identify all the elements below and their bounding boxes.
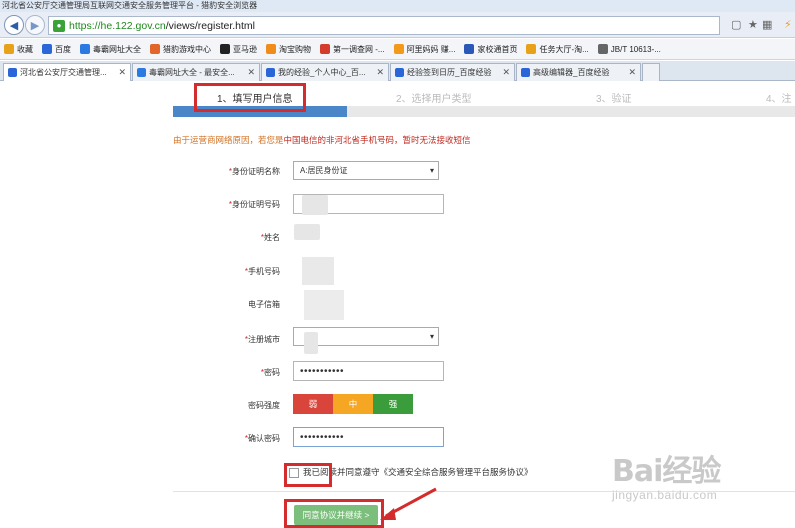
navigation-bar: ◀ ▶ ● https://he.122.gov.cn/views/regist…	[0, 12, 795, 38]
url-host: he.122.gov.cn	[100, 19, 166, 32]
agreement-text[interactable]: 我已阅读并同意遵守《交通安全综合服务管理平台服务协议》	[303, 467, 533, 477]
id-type-label: *身份证明名称	[228, 167, 280, 176]
strength-strong: 强	[373, 394, 413, 414]
star-icon[interactable]: ★	[748, 18, 758, 31]
favorite-item[interactable]: 家校通首页	[464, 44, 517, 55]
password-input[interactable]: •••••••••••	[293, 361, 444, 381]
folder-icon	[266, 44, 276, 54]
back-button[interactable]: ◀	[4, 15, 24, 35]
phone-input-redacted[interactable]	[302, 257, 334, 285]
city-label: *注册城市	[244, 335, 280, 344]
favorite-star-icon	[4, 44, 14, 54]
site-favicon	[137, 68, 146, 77]
site-favicon	[320, 44, 330, 54]
favorite-item[interactable]: JB/T 10613-...	[597, 44, 661, 54]
close-tab-icon[interactable]: ✕	[118, 67, 126, 78]
annotation-arrow-icon	[380, 487, 437, 520]
name-label: *姓名	[260, 233, 280, 242]
favorite-item[interactable]: 淘宝购物	[266, 44, 311, 55]
highlight-box	[194, 83, 306, 112]
favorite-item[interactable]: 阿里妈妈 赚...	[393, 44, 455, 55]
close-tab-icon[interactable]: ✕	[376, 67, 384, 78]
password-strength-label: 密码强度	[248, 401, 280, 410]
back-arrow-icon: ◀	[9, 19, 19, 32]
browser-tab[interactable]: 高级编辑器_百度经验 ✕	[516, 63, 641, 81]
site-favicon	[393, 44, 404, 54]
site-favicon	[80, 44, 90, 54]
strength-medium: 中	[333, 394, 373, 414]
step-2: 2、选择用户类型	[396, 94, 472, 105]
url-scheme: https://	[69, 19, 101, 32]
email-label: 电子信箱	[248, 300, 280, 309]
url-path: /views/register.html	[165, 19, 255, 32]
grid-menu-icon[interactable]: ▦	[762, 18, 772, 31]
sms-notice: 由于运营商网络原因，若您是中国电信的非河北省手机号码，暂时无法接收短信	[173, 135, 471, 145]
new-tab-button[interactable]	[642, 63, 660, 81]
forward-arrow-icon: ▶	[30, 19, 40, 32]
lightning-icon[interactable]: ⚡	[784, 18, 792, 31]
secure-lock-icon: ●	[53, 19, 65, 32]
site-favicon	[42, 44, 52, 54]
document-icon	[597, 44, 608, 54]
id-number-label: *身份证明号码	[228, 200, 280, 209]
id-type-select[interactable]: A:居民身份证 ▾	[293, 161, 439, 180]
reader-icon[interactable]: ▢	[731, 18, 741, 31]
site-favicon	[464, 44, 475, 54]
password-strength-meter: 弱 中 强	[293, 394, 413, 414]
highlight-box	[284, 463, 332, 487]
rss-icon	[526, 44, 537, 54]
name-value-redacted	[294, 224, 320, 240]
tab-bar: 河北省公安厅交通管理... ✕ 毒霸网址大全 - 最安全... ✕ 我的经验_个人中…	[0, 61, 795, 81]
site-favicon	[220, 44, 230, 54]
browser-tab[interactable]: 经验签到日历_百度经验 ✕	[390, 63, 515, 81]
site-favicon	[521, 68, 530, 77]
favorite-item[interactable]: 百度	[42, 44, 71, 55]
baidu-jingyan-watermark: Bai经验 jingyan.baidu.com	[612, 454, 721, 502]
browser-tab[interactable]: 河北省公安厅交通管理... ✕	[3, 63, 131, 81]
browser-tab[interactable]: 我的经验_个人中心_百... ✕	[261, 63, 389, 81]
step-4: 4、注	[766, 94, 792, 105]
id-number-input[interactable]	[293, 194, 444, 215]
chevron-down-icon: ▾	[429, 332, 434, 341]
site-favicon	[395, 68, 404, 77]
forward-button[interactable]: ▶	[25, 15, 45, 35]
phone-label: *手机号码	[244, 267, 280, 276]
site-favicon	[150, 44, 160, 54]
chevron-down-icon: ▾	[429, 166, 434, 175]
favorite-item[interactable]: 第一调查网 -...	[320, 44, 385, 55]
favorite-item[interactable]: 毒霸网址大全	[80, 44, 141, 55]
highlight-box	[284, 499, 384, 528]
browser-tab[interactable]: 毒霸网址大全 - 最安全... ✕	[132, 63, 260, 81]
close-tab-icon[interactable]: ✕	[502, 67, 510, 78]
strength-weak: 弱	[293, 394, 333, 414]
close-tab-icon[interactable]: ✕	[628, 67, 636, 78]
city-select[interactable]: ▾	[293, 327, 439, 354]
window-title: 河北省公安厅交通管理局互联网交通安全服务管理平台 - 猎豹安全浏览器	[0, 0, 795, 12]
favorite-item[interactable]: 收藏	[4, 44, 33, 55]
address-bar[interactable]: ● https://he.122.gov.cn/views/register.h…	[48, 16, 720, 35]
favorites-bar: 收藏 百度 毒霸网址大全 猎豹游戏中心 亚马逊 淘宝购物 第一调查网 -... …	[0, 39, 795, 60]
site-favicon	[8, 68, 17, 77]
confirm-password-label: *确认密码	[244, 434, 280, 443]
favorite-item[interactable]: 猎豹游戏中心	[150, 44, 211, 55]
site-favicon	[266, 68, 275, 77]
close-tab-icon[interactable]: ✕	[247, 67, 255, 78]
email-input-redacted[interactable]	[304, 290, 344, 320]
password-label: *密码	[260, 368, 280, 377]
favorite-item[interactable]: 亚马逊	[220, 44, 257, 55]
confirm-password-input[interactable]: •••••••••••	[293, 427, 444, 447]
favorite-item[interactable]: 任务大厅-淘...	[526, 44, 589, 55]
step-3: 3、验证	[596, 94, 632, 105]
